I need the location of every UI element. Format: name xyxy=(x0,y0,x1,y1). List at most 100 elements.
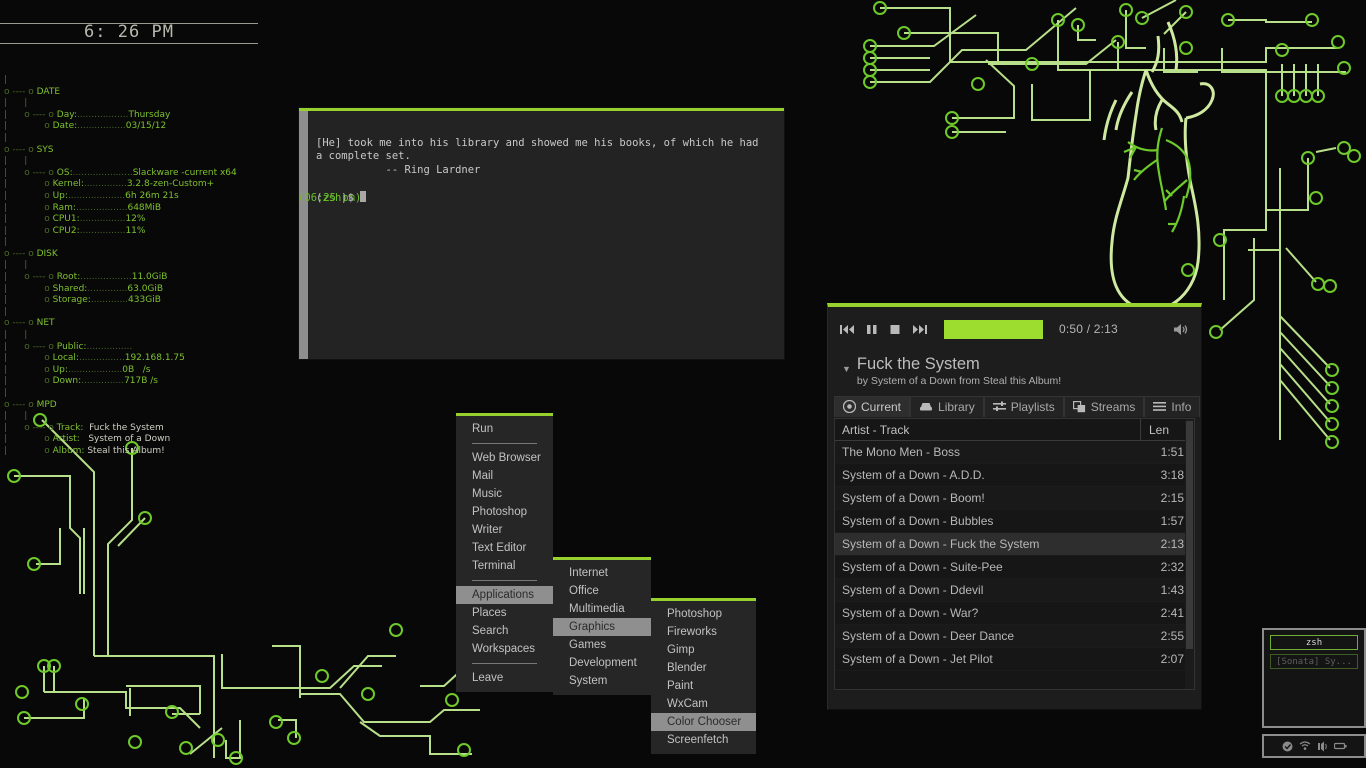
terminal-scrollbar[interactable] xyxy=(299,111,308,359)
conky-value: 3.2.8-zen-Custom+ xyxy=(126,179,215,190)
menu-item-photoshop[interactable]: Photoshop xyxy=(456,503,553,521)
graphics-submenu[interactable]: Photoshop Fireworks Gimp Blender Paint WxCam C… xyxy=(651,598,756,754)
playlist-panel[interactable]: Artist - Track Len The Mono Men - Boss 1:… xyxy=(834,418,1195,690)
menu-item-screenfetch[interactable]: Screenfetch xyxy=(651,731,756,749)
conky-value: 717B /s xyxy=(124,376,158,387)
conky-clock: 6: 26 PM xyxy=(0,23,258,44)
conky-section-mpd: MPD xyxy=(36,399,57,410)
chevron-down-icon[interactable]: ▼ xyxy=(842,364,851,374)
conky-value: 03/15/12 xyxy=(125,121,167,132)
playlist-row[interactable]: System of a Down - Ddevil 1:43 xyxy=(835,579,1194,602)
menu-item-internet[interactable]: Internet xyxy=(553,564,651,582)
menu-item-mail[interactable]: Mail xyxy=(456,467,553,485)
menu-item-gimp[interactable]: Gimp xyxy=(651,641,756,659)
menu-item-web-browser[interactable]: Web Browser xyxy=(456,449,553,467)
music-player-window[interactable]: 0:50 / 2:13 ▼ Fuck the System by System … xyxy=(827,303,1202,710)
menu-item-run[interactable]: Run xyxy=(456,420,553,438)
menu-item-games[interactable]: Games xyxy=(553,636,651,654)
menu-item-workspaces[interactable]: Workspaces xyxy=(456,640,553,658)
system-tray[interactable] xyxy=(1262,734,1366,758)
menu-item-leave[interactable]: Leave xyxy=(456,669,553,687)
conky-key: OS: xyxy=(56,167,73,178)
taskbar-panel[interactable]: zsh [Sonata] Sy... xyxy=(1262,628,1366,768)
task-button[interactable]: [Sonata] Sy... xyxy=(1270,654,1358,669)
playlist-row[interactable]: System of a Down - Fuck the System 2:13 xyxy=(835,533,1194,556)
conky-key: Storage: xyxy=(52,295,91,306)
tab-playlists[interactable]: Playlists xyxy=(983,396,1064,417)
skip-back-icon[interactable] xyxy=(840,324,854,335)
terminal-window[interactable]: [He] took me into his library and showed… xyxy=(298,108,784,359)
menu-item-wxcam[interactable]: WxCam xyxy=(651,695,756,713)
playlist-row[interactable]: System of a Down - A.D.D. 3:18 xyxy=(835,464,1194,487)
skip-forward-icon[interactable] xyxy=(913,324,927,335)
conky-key: Public: xyxy=(56,341,87,352)
menu-item-photoshop[interactable]: Photoshop xyxy=(651,605,756,623)
playlist-track-title: System of a Down - Bubbles xyxy=(842,514,994,528)
conky-value: Thursday xyxy=(128,109,171,120)
player-time: 0:50 / 2:13 xyxy=(1059,322,1118,336)
conky-value: System of a Down xyxy=(88,434,171,445)
menu-item-office[interactable]: Office xyxy=(553,582,651,600)
battery-icon[interactable] xyxy=(1333,742,1347,750)
playlist-row[interactable]: System of a Down - Jet Pilot 2:07 xyxy=(835,648,1194,671)
menu-item-fireworks[interactable]: Fireworks xyxy=(651,623,756,641)
menu-item-terminal[interactable]: Terminal xyxy=(456,557,553,575)
wifi-icon[interactable] xyxy=(1299,741,1311,751)
tab-info[interactable]: Info xyxy=(1144,396,1201,417)
speaker-icon[interactable] xyxy=(1173,323,1189,336)
conky-value: 63.0GiB xyxy=(127,283,164,294)
conky-key: Artist: xyxy=(52,434,80,445)
record-icon xyxy=(843,400,856,413)
conky-key: Track: xyxy=(56,422,84,433)
volume-icon[interactable] xyxy=(1317,741,1328,752)
checkmark-icon[interactable] xyxy=(1282,741,1293,752)
menu-item-multimedia[interactable]: Multimedia xyxy=(553,600,651,618)
playlist-row[interactable]: The Mono Men - Boss 1:51 xyxy=(835,441,1194,464)
conky-value: 648MiB xyxy=(127,202,162,213)
tab-current[interactable]: Current xyxy=(834,396,911,417)
playlist-scrollbar[interactable] xyxy=(1185,419,1194,689)
column-header-track[interactable]: Artist - Track xyxy=(835,423,1140,437)
task-button[interactable]: zsh xyxy=(1270,635,1358,650)
conky-key: CPU1: xyxy=(52,214,80,225)
playlist-scroll-thumb[interactable] xyxy=(1186,421,1193,649)
menu-item-color-chooser[interactable]: Color Chooser xyxy=(651,713,756,731)
menu-item-applications[interactable]: Applications xyxy=(456,586,553,604)
seek-slider[interactable] xyxy=(944,319,1043,339)
menu-item-graphics[interactable]: Graphics xyxy=(553,618,651,636)
menu-item-music[interactable]: Music xyxy=(456,485,553,503)
pause-icon[interactable] xyxy=(867,324,877,335)
applications-submenu[interactable]: Internet Office Multimedia Graphics Games Dev… xyxy=(553,557,651,695)
tab-label: Library xyxy=(938,399,975,414)
conky-key: Root: xyxy=(56,272,81,283)
root-menu[interactable]: Run Web Browser Mail Music Photoshop Writer Te… xyxy=(456,413,553,692)
drive-icon xyxy=(919,401,933,412)
playlist-rows[interactable]: The Mono Men - Boss 1:51 System of a Down … xyxy=(835,441,1194,671)
menu-item-system[interactable]: System xyxy=(553,672,651,690)
playlist-row[interactable]: System of a Down - War? 2:41 xyxy=(835,602,1194,625)
tab-streams[interactable]: Streams xyxy=(1063,396,1145,417)
menu-item-search[interactable]: Search xyxy=(456,622,553,640)
playlist-row[interactable]: System of a Down - Boom! 2:15 xyxy=(835,487,1194,510)
tab-label: Current xyxy=(861,399,902,414)
terminal-output[interactable]: [He] took me into his library and showed… xyxy=(298,111,784,359)
menu-item-writer[interactable]: Writer xyxy=(456,521,553,539)
menu-item-places[interactable]: Places xyxy=(456,604,553,622)
playlist-row[interactable]: System of a Down - Suite-Pee 2:32 xyxy=(835,556,1194,579)
sliders-icon xyxy=(992,401,1006,413)
menu-item-text-editor[interactable]: Text Editor xyxy=(456,539,553,557)
menu-item-development[interactable]: Development xyxy=(553,654,651,672)
conky-section-sys: SYS xyxy=(36,144,54,155)
stop-icon[interactable] xyxy=(890,324,900,335)
menu-item-blender[interactable]: Blender xyxy=(651,659,756,677)
playlist-header-row: Artist - Track Len xyxy=(835,419,1194,441)
task-list[interactable]: zsh [Sonata] Sy... xyxy=(1262,628,1366,728)
conky-tree: | o ---- o DATE | | | o ---- o Day:.....… xyxy=(4,74,237,456)
player-tabs[interactable]: Current Library Playlists Streams Info xyxy=(828,395,1201,417)
player-transport-controls[interactable]: 0:50 / 2:13 xyxy=(828,307,1201,351)
playlist-row[interactable]: System of a Down - Deer Dance 2:55 xyxy=(835,625,1194,648)
playlist-track-title: System of a Down - Fuck the System xyxy=(842,537,1040,551)
menu-item-paint[interactable]: Paint xyxy=(651,677,756,695)
playlist-row[interactable]: System of a Down - Bubbles 1:57 xyxy=(835,510,1194,533)
tab-library[interactable]: Library xyxy=(910,396,984,417)
